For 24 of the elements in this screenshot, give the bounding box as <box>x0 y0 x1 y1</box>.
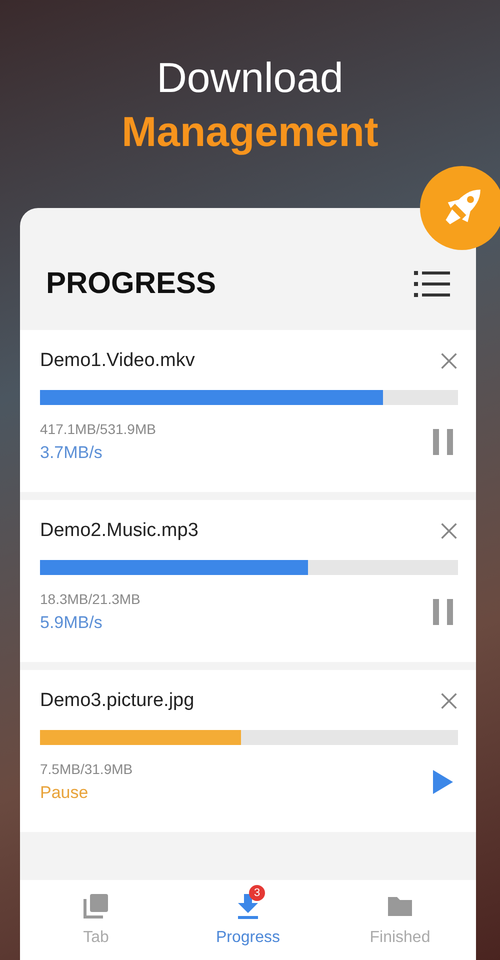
file-name: Demo3.picture.jpg <box>40 690 194 712</box>
close-icon[interactable] <box>440 692 458 710</box>
play-icon[interactable] <box>432 768 454 796</box>
file-name: Demo2.Music.mp3 <box>40 520 198 542</box>
headline: Download <box>156 53 344 103</box>
pause-icon[interactable] <box>432 598 454 626</box>
screen-title: PROGRESS <box>46 267 216 301</box>
download-status: Pause <box>40 783 90 803</box>
download-status: 3.7MB/s <box>40 443 104 463</box>
headline: Management <box>122 107 378 157</box>
file-name: Demo1.Video.mkv <box>40 350 195 372</box>
nav-tab[interactable]: Tab <box>20 880 172 960</box>
close-icon[interactable] <box>440 352 458 370</box>
list-icon[interactable] <box>414 271 450 297</box>
nav-tab[interactable]: Finished <box>324 880 476 960</box>
download-status: 5.9MB/s <box>40 613 104 633</box>
close-icon[interactable] <box>440 522 458 540</box>
stacked-pages-icon <box>83 893 109 919</box>
count-badge: 3 <box>249 885 265 901</box>
file-size: 7.5MB/31.9MB <box>40 761 133 777</box>
nav-tab[interactable]: 3 Progress <box>172 880 324 960</box>
file-size: 18.3MB/21.3MB <box>40 591 140 607</box>
pause-icon[interactable] <box>432 428 454 456</box>
file-size: 417.1MB/531.9MB <box>40 421 156 437</box>
